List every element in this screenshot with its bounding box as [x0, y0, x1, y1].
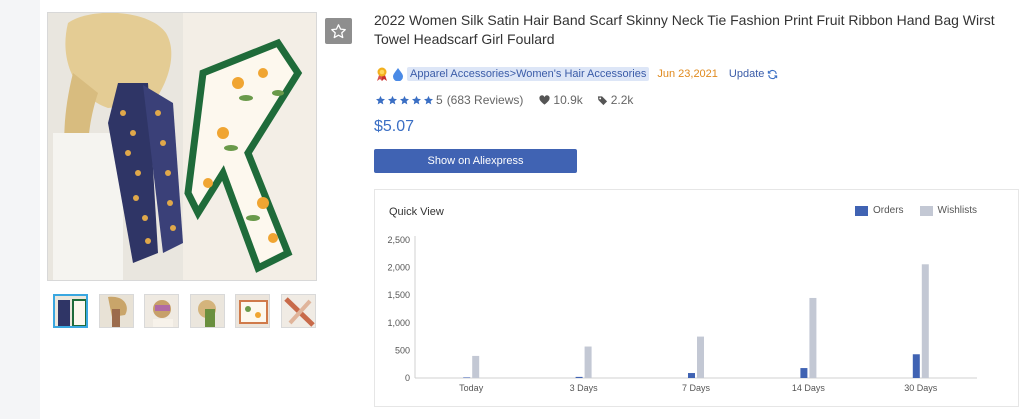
thumbnail-6[interactable]: [281, 294, 316, 328]
legend-wishlists-label: Wishlists: [937, 205, 977, 216]
y-tick-label: 2,500: [387, 235, 410, 245]
legend-wishlists[interactable]: Wishlists: [919, 205, 977, 216]
product-price: $5.07: [374, 118, 415, 135]
thumbnail-3[interactable]: [144, 294, 179, 328]
bar-orders: [688, 373, 695, 378]
bar-orders: [575, 376, 583, 378]
category-link[interactable]: Apparel Accessories>Women's Hair Accesso…: [407, 67, 650, 81]
thumbnail-image: [236, 295, 269, 327]
star-icon: [376, 95, 385, 104]
star-icon: [400, 95, 409, 104]
product-photo: [48, 13, 316, 280]
listing-date: Jun 23,2021: [657, 68, 718, 80]
bar-wishlists: [809, 297, 817, 378]
page: 2022 Women Silk Satin Hair Band Scarf Sk…: [0, 0, 1024, 419]
stats-row: 5 (683 Reviews) 10.9k 2.2k: [375, 93, 633, 107]
water-drop-icon: [393, 68, 403, 81]
thumbnail-2[interactable]: [99, 294, 134, 328]
x-tick-label: Today: [459, 383, 484, 393]
legend-orders[interactable]: Orders: [854, 205, 904, 216]
thumbnail-image: [191, 295, 224, 327]
thumbnail-4[interactable]: [190, 294, 225, 328]
bar-orders: [463, 377, 471, 378]
legend-wishlists-swatch: [919, 205, 933, 216]
meta-row: Apparel Accessories>Women's Hair Accesso…: [376, 66, 778, 82]
star-icon: [424, 95, 433, 104]
quick-view-title: Quick View: [389, 206, 444, 218]
thumbnail-image: [145, 295, 178, 327]
thumbnail-image: [100, 295, 133, 327]
medal-icon: [377, 67, 387, 81]
chart-legend: Orders Wishlists: [839, 205, 977, 216]
thumbnail-1[interactable]: [53, 294, 88, 328]
quick-view-panel: 2,500 2,000 1,500 1,000 500 0 Today 3 Days 7 Day…: [374, 189, 1019, 407]
bar-wishlists: [584, 346, 592, 378]
y-tick-label: 1,000: [387, 318, 410, 328]
star-icon: [412, 95, 421, 104]
bar-wishlists: [697, 336, 704, 378]
product-main-image[interactable]: [47, 12, 317, 281]
star-icon: [388, 95, 397, 104]
tag-icon: [597, 95, 607, 105]
review-count[interactable]: (683 Reviews): [447, 93, 524, 107]
x-tick-label: 30 Days: [904, 383, 938, 393]
star-outline-icon: [331, 23, 346, 38]
update-button[interactable]: Update: [729, 68, 778, 80]
update-label: Update: [728, 68, 765, 80]
show-on-aliexpress-button[interactable]: Show on Aliexpress: [374, 149, 577, 173]
bar-orders: [800, 368, 808, 378]
y-tick-label: 0: [405, 373, 410, 383]
bar-wishlists: [472, 355, 480, 378]
y-tick-label: 500: [395, 345, 410, 355]
thumbnail-5[interactable]: [235, 294, 270, 328]
legend-orders-label: Orders: [872, 205, 904, 216]
heart-icon: [539, 94, 550, 105]
y-tick-label: 2,000: [387, 263, 410, 273]
tag-count: 2.2k: [610, 93, 634, 107]
rating-value: 5: [436, 93, 443, 107]
thumbnail-image: [55, 296, 86, 326]
y-tick-label: 1,500: [387, 290, 410, 300]
x-tick-label: 7 Days: [682, 383, 711, 393]
thumbnail-image: [282, 295, 315, 327]
legend-orders-swatch: [854, 205, 868, 216]
bar-orders: [912, 354, 920, 378]
quick-view-chart: 2,500 2,000 1,500 1,000 500 0 Today 3 Days 7 Day…: [387, 235, 977, 393]
x-tick-label: 14 Days: [792, 383, 826, 393]
like-count: 10.9k: [553, 93, 583, 107]
rating-stars: [375, 95, 434, 106]
favorite-button[interactable]: [325, 18, 352, 44]
refresh-icon: [768, 69, 778, 79]
x-tick-label: 3 Days: [570, 383, 599, 393]
product-title: 2022 Women Silk Satin Hair Band Scarf Sk…: [374, 12, 995, 47]
bar-wishlists: [921, 264, 929, 378]
